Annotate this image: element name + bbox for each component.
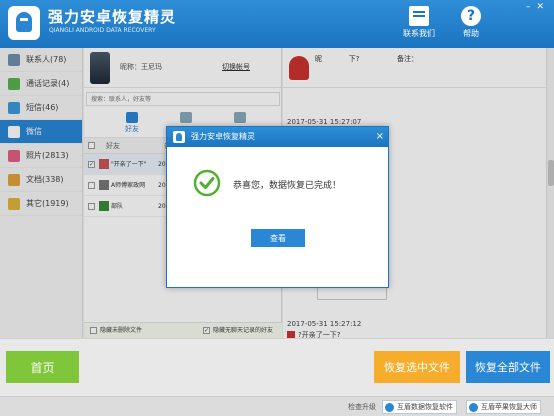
help-icon: ?: [461, 6, 481, 26]
ad-android-recovery-link[interactable]: 互盾数据恢复软件: [382, 400, 457, 414]
recovery-complete-dialog: 强力安卓恢复精灵 × 恭喜您，数据恢复已完成！ 查看: [166, 126, 389, 288]
close-icon[interactable]: ×: [376, 127, 384, 147]
action-bar: 首页 恢复选中文件 恢复全部文件: [0, 338, 554, 396]
view-button[interactable]: 查看: [251, 229, 305, 247]
app-header: 强力安卓恢复精灵 QIANGLI ANDROID DATA RECOVERY 联…: [0, 0, 554, 48]
app-subtitle: QIANGLI ANDROID DATA RECOVERY: [49, 27, 156, 34]
recover-selected-button[interactable]: 恢复选中文件: [374, 351, 460, 383]
ad-apple-recovery-link[interactable]: 互盾苹果恢复大师: [466, 400, 541, 414]
status-bar: 检查升级 互盾数据恢复软件 互盾苹果恢复大师: [0, 396, 554, 416]
hudun-logo-icon: [469, 403, 478, 412]
contact-us-label: 联系我们: [403, 29, 435, 38]
minimize-icon[interactable]: –: [526, 2, 537, 12]
app-logo-icon: [173, 131, 185, 143]
dialog-title: 强力安卓恢复精灵: [191, 132, 255, 141]
hudun-logo-icon: [385, 403, 394, 412]
help-label: 帮助: [463, 29, 479, 38]
home-button[interactable]: 首页: [6, 351, 79, 383]
dialog-titlebar: 强力安卓恢复精灵 ×: [167, 127, 388, 147]
app-logo-icon: [8, 6, 40, 40]
help-button[interactable]: ? 帮助: [448, 6, 494, 39]
success-check-icon: [193, 169, 221, 197]
window-controls: –✕: [526, 2, 550, 12]
close-window-icon[interactable]: ✕: [536, 2, 550, 12]
check-update-link[interactable]: 检查升级: [348, 402, 376, 412]
recover-all-button[interactable]: 恢复全部文件: [466, 351, 550, 383]
ad-label: 互盾数据恢复软件: [397, 403, 453, 411]
dialog-message: 恭喜您，数据恢复已完成！: [233, 181, 342, 191]
app-title: 强力安卓恢复精灵: [48, 8, 177, 26]
contact-us-button[interactable]: 联系我们: [396, 6, 442, 39]
contact-icon: [409, 6, 429, 26]
ad-label: 互盾苹果恢复大师: [481, 403, 537, 411]
